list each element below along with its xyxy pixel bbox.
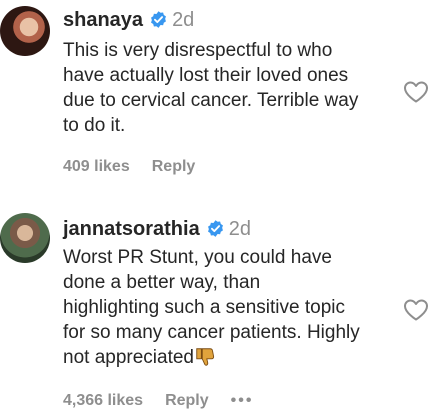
- likes-count[interactable]: 4,366 likes: [63, 392, 143, 409]
- thumbs-down-emoji: [196, 348, 215, 366]
- comment-header: jannatsorathia 2d: [63, 216, 251, 242]
- likes-count[interactable]: 409 likes: [63, 158, 130, 175]
- comment-meta: 4,366 likes Reply •••: [63, 392, 275, 410]
- reply-button[interactable]: Reply: [165, 392, 209, 409]
- more-options-button[interactable]: •••: [231, 392, 254, 409]
- comment-text: Worst PR Stunt, you could have done a be…: [63, 245, 393, 370]
- timestamp: 2d: [172, 9, 195, 31]
- comment-header: shanaya 2d: [63, 7, 194, 33]
- verified-badge-icon: [151, 11, 167, 28]
- username[interactable]: shanaya: [63, 9, 143, 31]
- reply-button[interactable]: Reply: [152, 158, 196, 175]
- comment-meta: 409 likes Reply: [63, 158, 217, 176]
- comment-text: This is very disrespectful to who have a…: [63, 40, 359, 136]
- heart-outline-icon[interactable]: [403, 298, 429, 322]
- timestamp: 2d: [228, 218, 251, 240]
- username[interactable]: jannatsorathia: [63, 218, 200, 240]
- heart-outline-icon[interactable]: [403, 80, 429, 104]
- avatar[interactable]: [0, 213, 50, 263]
- verified-badge-icon: [207, 220, 223, 237]
- avatar[interactable]: [0, 6, 50, 56]
